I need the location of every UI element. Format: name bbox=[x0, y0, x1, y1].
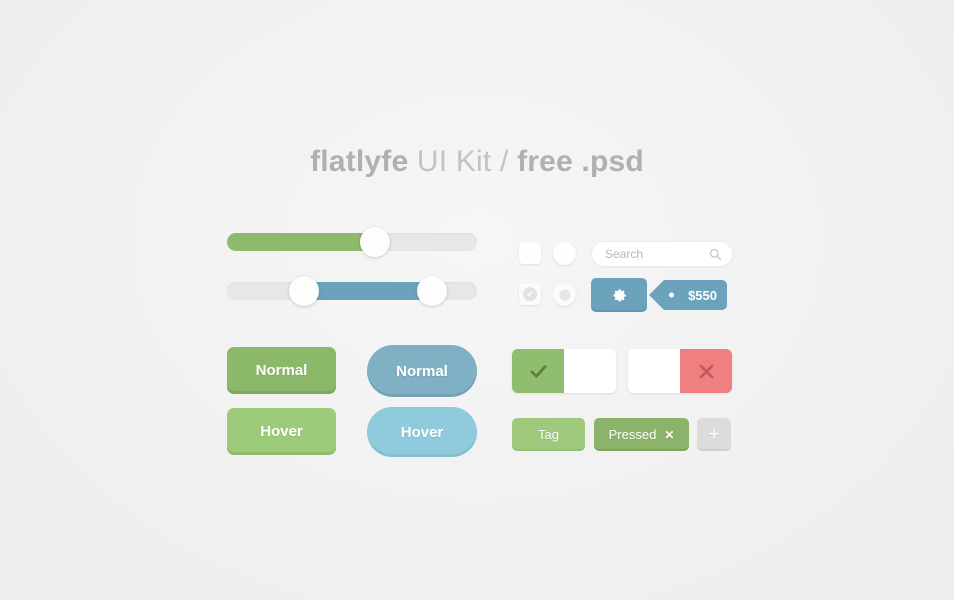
close-icon bbox=[699, 364, 713, 378]
settings-button[interactable] bbox=[591, 278, 647, 312]
page-title: flatlyfe UI Kit / free .psd bbox=[0, 145, 954, 179]
radio-dot-icon bbox=[559, 289, 570, 300]
radio-checked[interactable] bbox=[553, 283, 576, 306]
search-icon bbox=[709, 248, 722, 261]
cancel-toggle-blank[interactable] bbox=[628, 349, 680, 393]
blue-button-normal[interactable]: Normal bbox=[367, 345, 477, 397]
radio-unchecked[interactable] bbox=[553, 242, 576, 265]
blue-range-slider-handle-start[interactable] bbox=[289, 276, 319, 306]
tag-pressed[interactable]: Pressed ✕ bbox=[594, 418, 689, 451]
confirm-toggle[interactable] bbox=[512, 349, 616, 393]
green-slider[interactable] bbox=[227, 227, 477, 257]
confirm-toggle-accept[interactable] bbox=[512, 349, 564, 393]
page-title-brand: flatlyfe bbox=[310, 145, 409, 178]
tag-normal-label: Tag bbox=[538, 427, 559, 442]
check-icon bbox=[530, 364, 546, 378]
confirm-toggle-blank[interactable] bbox=[564, 349, 616, 393]
cancel-toggle-reject[interactable] bbox=[680, 349, 732, 393]
green-slider-handle[interactable] bbox=[360, 227, 390, 257]
blue-button-hover[interactable]: Hover bbox=[367, 407, 477, 457]
add-tag-button[interactable]: + bbox=[697, 418, 731, 451]
ui-kit-canvas: flatlyfe UI Kit / free .psd ✔ Search $55… bbox=[0, 0, 954, 600]
green-button-normal[interactable]: Normal bbox=[227, 347, 336, 394]
checkbox-unchecked[interactable] bbox=[519, 242, 541, 264]
price-tag: $550 bbox=[649, 280, 727, 310]
check-icon: ✔ bbox=[523, 287, 537, 301]
tag-normal[interactable]: Tag bbox=[512, 418, 585, 451]
green-button-hover[interactable]: Hover bbox=[227, 408, 336, 455]
tag-pressed-label: Pressed bbox=[608, 427, 657, 442]
page-title-suffix: free .psd bbox=[517, 145, 644, 178]
gear-icon bbox=[612, 288, 626, 302]
tag-remove-icon[interactable]: ✕ bbox=[664, 428, 674, 442]
blue-range-slider-fill bbox=[304, 282, 432, 300]
page-title-middle: UI Kit / bbox=[408, 145, 518, 178]
blue-range-slider[interactable] bbox=[227, 276, 477, 306]
green-slider-fill bbox=[227, 233, 375, 251]
cancel-toggle[interactable] bbox=[628, 349, 732, 393]
price-tag-label: $550 bbox=[688, 287, 717, 303]
tag-hole-icon bbox=[669, 292, 674, 298]
search-input[interactable] bbox=[605, 242, 705, 266]
blue-range-slider-handle-end[interactable] bbox=[417, 276, 447, 306]
plus-icon: + bbox=[708, 424, 720, 445]
search-field[interactable] bbox=[591, 241, 733, 267]
checkbox-checked[interactable]: ✔ bbox=[519, 283, 541, 305]
